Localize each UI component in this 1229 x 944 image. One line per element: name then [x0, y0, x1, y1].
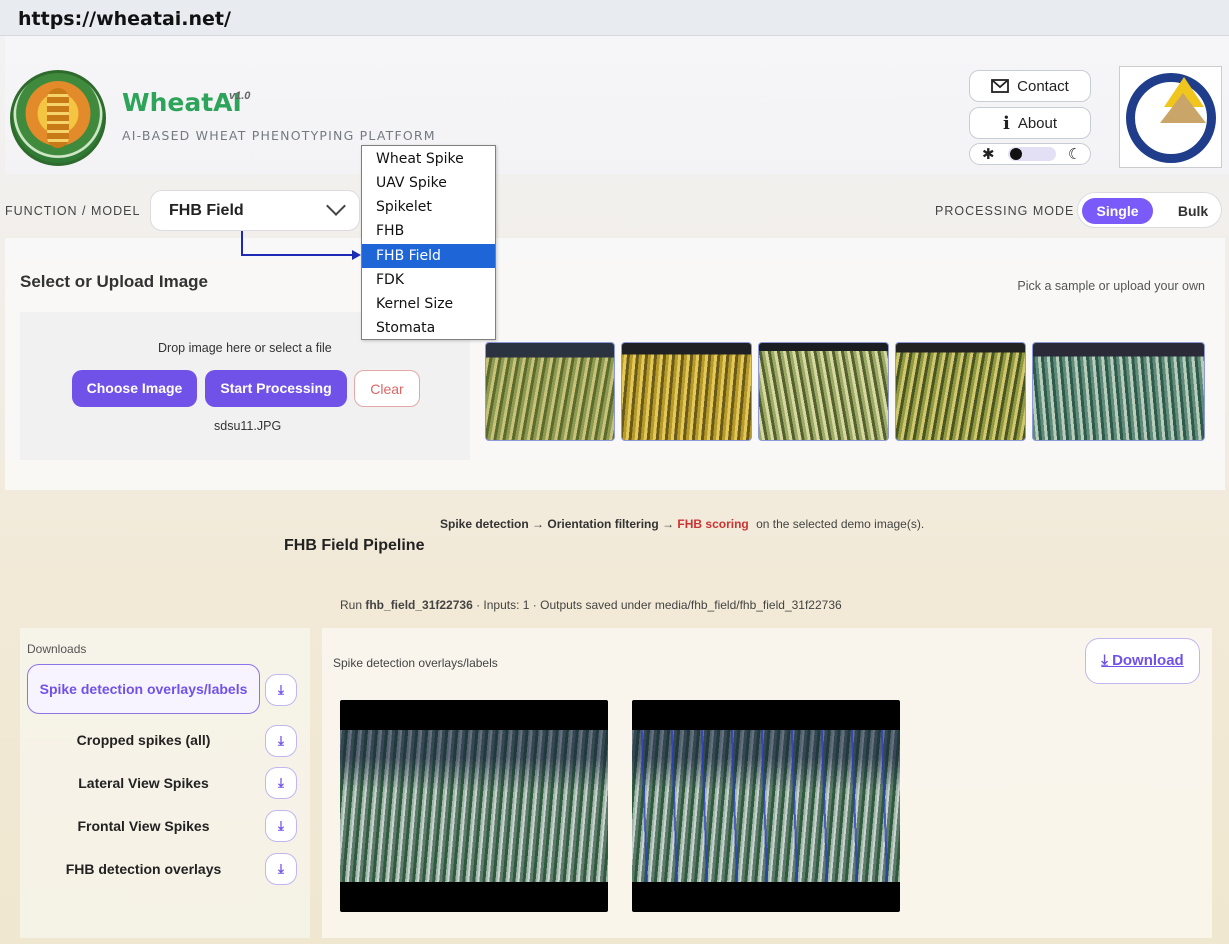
sample-thumbnail[interactable] [621, 342, 752, 441]
pipeline-step-orientation: Orientation filtering [547, 517, 659, 531]
selected-filename: sdsu11.JPG [214, 419, 282, 433]
contact-label: Contact [1017, 77, 1069, 95]
function-model-select[interactable]: FHB Field [150, 190, 360, 231]
mail-icon [991, 79, 1010, 93]
sdsu-wheat-breeding-logo [1119, 66, 1222, 168]
start-processing-button[interactable]: Start Processing [205, 370, 347, 407]
toggle-knob[interactable] [1010, 148, 1022, 160]
sample-thumbnail[interactable] [1032, 342, 1205, 441]
download-icon[interactable]: ⤓ [265, 767, 297, 799]
annotation-arrow-head [352, 250, 361, 260]
run-id: fhb_field_31f22736 [365, 598, 473, 612]
sample-thumbnail[interactable] [485, 342, 615, 441]
function-model-label: FUNCTION / MODEL [5, 204, 141, 218]
chevron-down-icon [326, 196, 346, 216]
mode-single-button[interactable]: Single [1082, 198, 1153, 224]
clear-button[interactable]: Clear [354, 370, 420, 407]
menu-item-stomata[interactable]: Stomata [362, 316, 495, 340]
sample-thumbnail[interactable] [895, 342, 1026, 441]
sample-thumbnail[interactable] [758, 342, 889, 441]
contact-button[interactable]: Contact [969, 70, 1091, 102]
arrow-icon: → [662, 517, 675, 531]
annotation-arrow-line [241, 254, 353, 256]
run-prefix: Run [340, 598, 363, 612]
moon-icon: ☾ [1068, 146, 1082, 163]
pipeline-suffix: on the selected demo image(s). [756, 517, 925, 531]
theme-toggle[interactable]: ✱ ☾ [969, 143, 1091, 165]
about-button[interactable]: i About [969, 107, 1091, 139]
brand-tagline: AI-BASED WHEAT PHENOTYPING PLATFORM [122, 128, 436, 143]
menu-item-fhb-field[interactable]: FHB Field [362, 244, 495, 268]
processing-mode-label: PROCESSING MODE [935, 204, 1075, 218]
download-item-fhb-overlays[interactable]: FHB detection overlays [27, 849, 260, 889]
downloads-label: Downloads [27, 642, 87, 656]
download-button[interactable]: ⤓ Download [1085, 638, 1200, 684]
menu-item-wheat-spike[interactable]: Wheat Spike [362, 147, 495, 171]
download-item-spike-detection[interactable]: Spike detection overlays/labels [27, 664, 260, 714]
wheat-field-overlay-image [632, 730, 900, 882]
result-image-original[interactable] [340, 700, 608, 912]
function-model-value: FHB Field [169, 202, 244, 219]
url-text: https://wheatai.net/ [18, 8, 231, 30]
run-info: Run fhb_field_31f22736 · Inputs: 1 · Out… [340, 598, 842, 612]
download-icon[interactable]: ⤓ [265, 725, 297, 757]
arrow-icon: → [532, 517, 545, 531]
result-image-overlay[interactable] [632, 700, 900, 912]
about-label: About [1017, 114, 1058, 132]
run-suffix: · Inputs: 1 · Outputs saved under media/… [476, 598, 842, 612]
brand-name: WheatAI [122, 88, 242, 117]
wheat-icon [47, 88, 69, 148]
download-icon[interactable]: ⤓ [265, 853, 297, 885]
url-bar: https://wheatai.net/ [0, 0, 1229, 36]
download-item-lateral-view[interactable]: Lateral View Spikes [27, 763, 260, 803]
download-icon[interactable]: ⤓ [265, 674, 297, 706]
pipeline-description: Spike detection → Orientation filtering … [440, 517, 924, 531]
sun-icon: ✱ [982, 146, 995, 163]
upload-section-title: Select or Upload Image [20, 272, 208, 291]
menu-item-kernel-size[interactable]: Kernel Size [362, 292, 495, 316]
info-icon: i [1002, 112, 1010, 134]
pipeline-step-spike-detection: Spike detection [440, 517, 529, 531]
menu-item-spikelet[interactable]: Spikelet [362, 195, 495, 219]
annotation-arrow-line [241, 231, 243, 256]
mode-bulk-button[interactable]: Bulk [1168, 198, 1218, 224]
pipeline-title: FHB Field Pipeline [284, 537, 425, 554]
download-icon[interactable]: ⤓ [265, 810, 297, 842]
drop-text: Drop image here or select a file [158, 341, 332, 355]
menu-item-fdk[interactable]: FDK [362, 268, 495, 292]
results-label: Spike detection overlays/labels [333, 656, 498, 670]
pipeline-step-fhb-scoring: FHB scoring [677, 517, 749, 531]
menu-item-fhb[interactable]: FHB [362, 219, 495, 243]
processing-mode-toggle: Single Bulk [1077, 192, 1222, 228]
download-item-cropped-spikes[interactable]: Cropped spikes (all) [27, 720, 260, 760]
wheat-field-image [340, 730, 608, 882]
menu-item-uav-spike[interactable]: UAV Spike [362, 171, 495, 195]
upload-hint: Pick a sample or upload your own [1017, 279, 1205, 293]
download-item-frontal-view[interactable]: Frontal View Spikes [27, 806, 260, 846]
choose-image-button[interactable]: Choose Image [72, 370, 197, 407]
brand-version: v1.0 [229, 90, 251, 102]
function-model-dropdown-menu: Wheat Spike UAV Spike Spikelet FHB FHB F… [361, 145, 496, 340]
